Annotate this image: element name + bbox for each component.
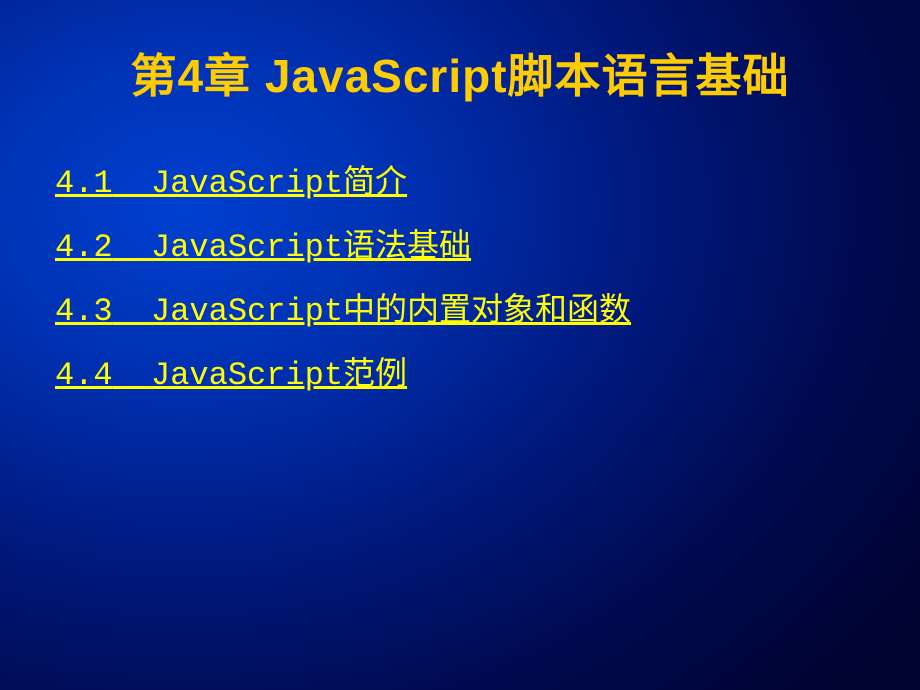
slide-container: 第4章 JavaScript脚本语言基础 4.1 JavaScript简介 4.… bbox=[0, 0, 920, 690]
toc-number: 4.3 bbox=[55, 293, 113, 330]
toc-label: JavaScript中的内置对象和函数 bbox=[151, 293, 631, 330]
slide-title: 第4章 JavaScript脚本语言基础 bbox=[50, 40, 870, 106]
toc-number: 4.1 bbox=[55, 165, 113, 202]
toc-number: 4.4 bbox=[55, 357, 113, 394]
toc-link-4-3[interactable]: 4.3 JavaScript中的内置对象和函数 bbox=[55, 293, 631, 330]
toc-item: 4.1 JavaScript简介 bbox=[55, 156, 870, 202]
toc-label: JavaScript范例 bbox=[151, 357, 407, 394]
toc-item: 4.4 JavaScript范例 bbox=[55, 348, 870, 394]
toc-number: 4.2 bbox=[55, 229, 113, 266]
toc-link-4-4[interactable]: 4.4 JavaScript范例 bbox=[55, 357, 407, 394]
toc-link-4-2[interactable]: 4.2 JavaScript语法基础 bbox=[55, 229, 471, 266]
toc-link-4-1[interactable]: 4.1 JavaScript简介 bbox=[55, 165, 407, 202]
toc-item: 4.3 JavaScript中的内置对象和函数 bbox=[55, 284, 870, 330]
table-of-contents: 4.1 JavaScript简介 4.2 JavaScript语法基础 4.3 … bbox=[50, 156, 870, 394]
toc-item: 4.2 JavaScript语法基础 bbox=[55, 220, 870, 266]
toc-label: JavaScript简介 bbox=[151, 165, 407, 202]
toc-label: JavaScript语法基础 bbox=[151, 229, 471, 266]
